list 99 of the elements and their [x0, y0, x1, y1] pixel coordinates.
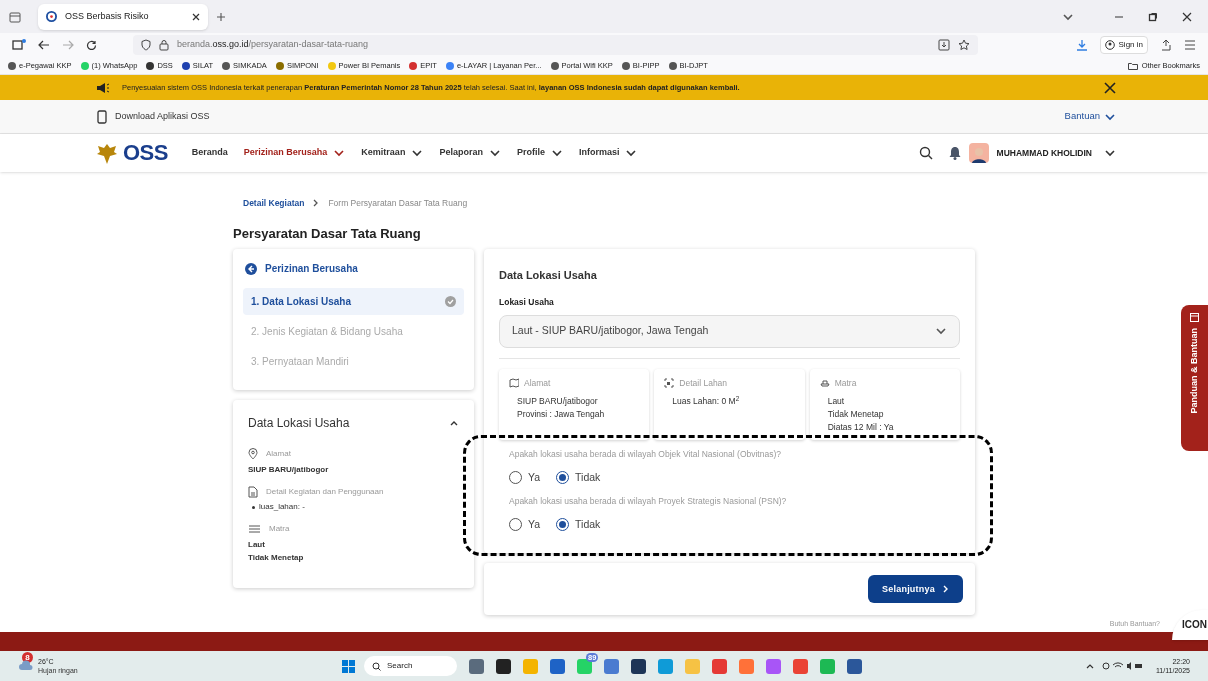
bullet-icon	[252, 505, 255, 509]
info-value: Diatas 12 Mil : Ya	[827, 421, 895, 435]
menu-icon[interactable]	[1184, 40, 1196, 50]
breadcrumb-current: Form Persyaratan Dasar Tata Ruang	[328, 197, 468, 210]
question-text: Apakah lokasi usaha berada di wilayah Proyek Strategis Nasional (PSN)?	[509, 494, 788, 508]
info-value: SIUP BARU/jatibogor	[517, 395, 599, 409]
close-icon[interactable]	[1104, 81, 1116, 94]
radio-option[interactable]: Tidak	[556, 516, 601, 533]
chevron-down-icon	[1104, 147, 1116, 159]
breadcrumb-link[interactable]: Detail Kegiatan	[243, 197, 305, 210]
chevron-down-icon	[935, 325, 947, 337]
search-icon[interactable]	[918, 146, 933, 160]
info-value: Luas Lahan: 0 M$^{2}$	[672, 395, 741, 409]
sign-in-button[interactable]: Sign in	[1099, 36, 1148, 54]
app-icon[interactable]	[847, 658, 862, 674]
section-label: Matra	[269, 523, 290, 536]
nav-menu-item[interactable]: Perizinan Berusaha	[243, 146, 346, 160]
new-tab-icon[interactable]	[216, 11, 226, 22]
taskbar-search[interactable]: Search	[364, 656, 457, 676]
search-icon	[372, 661, 381, 671]
chevron-down-icon	[550, 147, 563, 159]
tab-list-icon[interactable]	[8, 9, 22, 24]
reader-view-icon[interactable]	[938, 39, 950, 51]
chevron-down-icon	[625, 147, 638, 159]
app-icon[interactable]	[496, 658, 511, 674]
app-icon[interactable]	[631, 658, 646, 674]
lines-icon	[248, 524, 261, 535]
book-icon	[1190, 313, 1199, 322]
user-menu[interactable]: MUHAMMAD KHOLIDIN	[996, 146, 1116, 160]
nav-menu-item[interactable]: Beranda	[191, 146, 228, 160]
sidebar-toggle-icon[interactable]	[12, 39, 26, 51]
chevron-up-icon[interactable]	[1086, 663, 1094, 669]
radio-option[interactable]: Tidak	[556, 470, 601, 486]
chevron-down-icon	[411, 147, 424, 159]
form-title: Data Lokasi Usaha	[499, 268, 598, 284]
tab-title: OSS Berbasis Risiko	[65, 9, 150, 23]
area-icon	[664, 377, 675, 388]
folder-icon	[1127, 61, 1138, 70]
url-text: beranda.oss.go.id/persyaratan-dasar-tata-ruang	[177, 38, 370, 52]
close-icon[interactable]	[1182, 11, 1192, 22]
nav-menu-item[interactable]: Profile	[516, 146, 563, 160]
account-icon	[1104, 40, 1115, 50]
summary-title: Data Lokasi Usaha	[248, 415, 351, 433]
info-label: Alamat	[524, 376, 551, 390]
step-item[interactable]: 1. Data Lokasi Usaha	[243, 288, 464, 316]
pin-icon	[248, 448, 258, 461]
extensions-icon[interactable]	[1160, 39, 1172, 51]
avatar-icon[interactable]	[968, 143, 989, 163]
nav-menu-item[interactable]: Kemitraan	[361, 146, 424, 160]
shield-icon	[141, 39, 151, 51]
help-menu[interactable]: Bantuan	[1064, 109, 1116, 124]
bell-icon[interactable]	[948, 146, 961, 160]
section-label: Detail Kegiatan dan Penggunaan	[266, 486, 384, 499]
next-button[interactable]: Selanjutnya	[868, 575, 963, 604]
weather-icon[interactable]	[18, 660, 34, 672]
emblem-icon	[95, 142, 119, 164]
start-icon[interactable]	[342, 659, 355, 673]
download-app-link[interactable]: Download Aplikasi OSS	[97, 109, 210, 124]
page-title: Persyaratan Dasar Tata Ruang	[233, 224, 422, 243]
lock-icon	[159, 39, 169, 51]
close-icon[interactable]	[192, 12, 200, 21]
help-widget[interactable]: ICON	[1172, 610, 1208, 640]
nav-menu-item[interactable]: Informasi	[578, 146, 638, 160]
system-tray-icon[interactable]	[1102, 661, 1142, 671]
section-label: Alamat	[266, 448, 291, 461]
info-label: Matra	[834, 376, 857, 390]
info-value: Provinsi : Jawa Tengah	[517, 408, 606, 422]
back-arrow-icon	[245, 262, 257, 275]
section-value: SIUP BARU/jatibogor	[248, 464, 330, 477]
back-icon[interactable]	[38, 40, 50, 50]
chevron-down-icon	[488, 147, 501, 159]
radio-option[interactable]: Ya	[509, 516, 541, 533]
info-value: Laut	[827, 395, 846, 409]
info-label: Detail Lahan	[679, 376, 728, 390]
reload-icon[interactable]	[86, 39, 97, 51]
section-value: luas_lahan: -	[259, 501, 305, 514]
chevron-right-icon	[943, 585, 949, 594]
location-select[interactable]: Laut - SIUP BARU/jatibogor, Jawa Tengah	[499, 314, 960, 348]
section-value: Tidak Menetap	[248, 552, 305, 565]
question-text: Apakah lokasi usaha berada di wilayah Objek Vital Nasional (Obvitnas)?	[509, 448, 782, 461]
address-bar[interactable]: beranda.oss.go.id/persyaratan-dasar-tata-ruang	[133, 35, 978, 55]
side-help-tab[interactable]: Panduan & Bantuan	[1181, 305, 1208, 451]
oss-logo: OSS	[123, 142, 168, 164]
nav-menu-item[interactable]: Pelaporan	[439, 146, 501, 160]
map-icon	[509, 377, 519, 388]
chevron-down-icon	[333, 147, 346, 159]
radio-option[interactable]: Ya	[509, 470, 541, 486]
megaphone-icon	[96, 81, 110, 94]
browser-tab[interactable]: OSS Berbasis Risiko	[38, 3, 208, 30]
back-link[interactable]: Perizinan Berusaha	[245, 261, 464, 277]
field-label: Lokasi Usaha	[499, 295, 555, 309]
star-icon[interactable]	[958, 39, 970, 51]
download-icon[interactable]	[1075, 39, 1088, 51]
site-icon	[46, 11, 57, 22]
phone-icon	[97, 109, 107, 124]
restore-icon[interactable]	[1148, 11, 1158, 22]
section-value: Laut	[248, 539, 266, 552]
document-icon	[248, 486, 258, 499]
info-value: Tidak Menetap	[827, 408, 885, 422]
